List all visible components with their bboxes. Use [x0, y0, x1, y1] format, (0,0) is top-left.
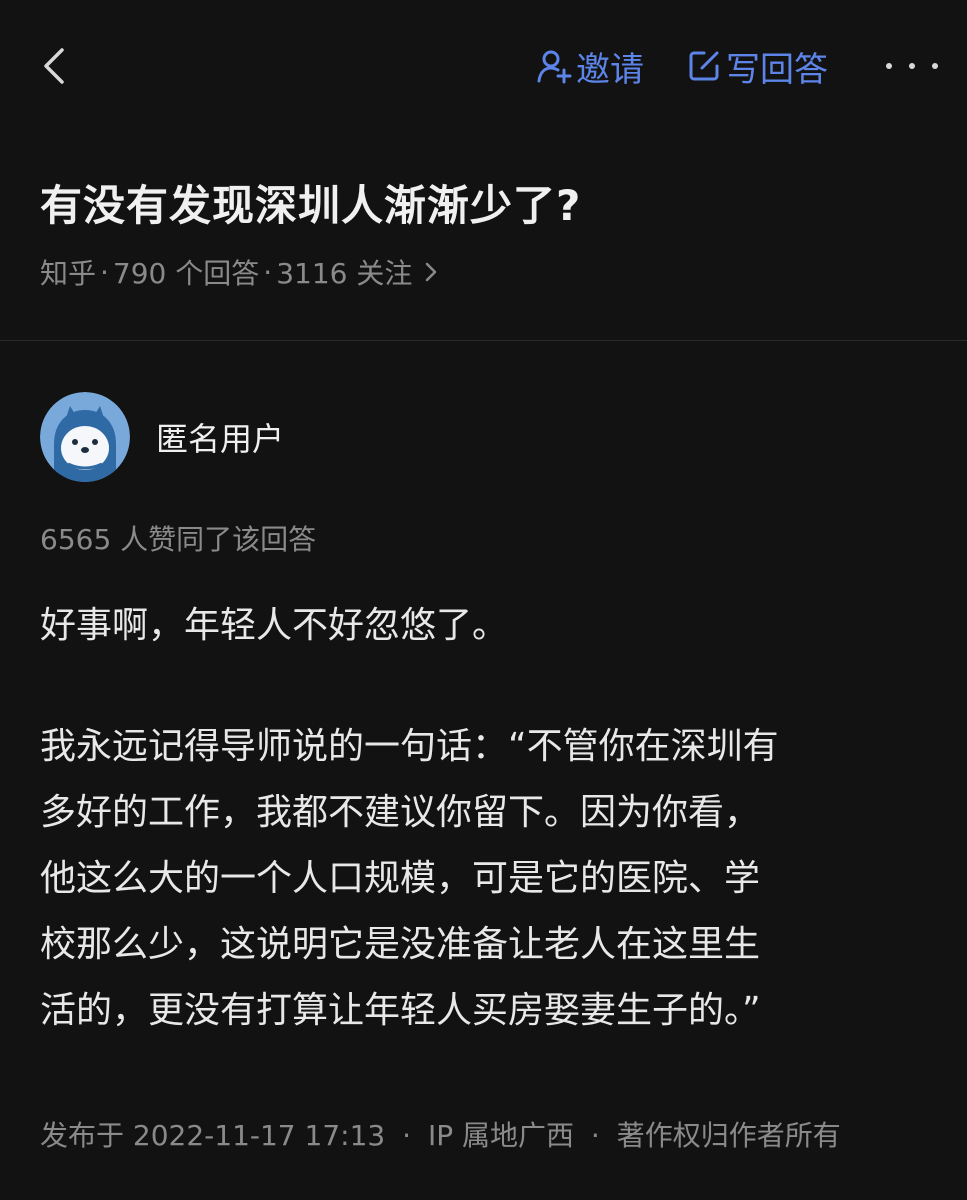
back-button[interactable]: [38, 46, 74, 86]
question-meta[interactable]: 知乎 · 790 个回答 · 3116 关注: [40, 250, 438, 294]
invite-button[interactable]: 邀请: [536, 44, 644, 90]
footer-separator: ·: [402, 1119, 412, 1152]
vote-count: 6565 人赞同了该回答: [40, 523, 317, 556]
quote-line: 活的，更没有打算让年轻人买房娶妻生子的。”: [40, 990, 761, 1031]
chevron-left-icon: [44, 48, 64, 84]
follow-count: 3116 关注: [276, 257, 413, 290]
quote-line: 校那么少，这说明它是没准备让老人在这里生: [40, 924, 761, 965]
chevron-right-icon: [426, 262, 437, 282]
top-navigation-bar: 邀请 写回答: [0, 0, 967, 130]
anonymous-avatar-icon: [40, 392, 130, 482]
author-name[interactable]: 匿名用户: [156, 414, 284, 460]
author-avatar[interactable]: [40, 392, 130, 482]
more-options-button[interactable]: [886, 52, 938, 80]
publish-time: 发布于 2022-11-17 17:13: [40, 1119, 386, 1152]
answer-count: 790 个回答: [112, 257, 260, 290]
write-answer-button[interactable]: 写回答: [686, 44, 828, 90]
invite-label: 邀请: [576, 49, 644, 90]
more-horizontal-icon: [886, 63, 892, 69]
meta-separator: ·: [263, 255, 273, 289]
meta-separator: ·: [100, 255, 109, 289]
footer-separator: ·: [590, 1119, 600, 1152]
source-label: 知乎: [40, 257, 97, 290]
ip-location: IP 属地广西: [427, 1119, 574, 1152]
question-title[interactable]: 有没有发现深圳人渐渐少了?: [40, 172, 581, 233]
edit-icon: [689, 51, 719, 81]
section-divider: [0, 340, 967, 341]
quote-line: 多好的工作，我都不建议你留下。因为你看，: [40, 792, 761, 833]
answer-paragraph: 好事啊，年轻人不好忽悠了。: [40, 605, 509, 646]
answer-quote-paragraph: 我永远记得导师说的一句话：“不管你在深圳有 多好的工作，我都不建议你留下。因为你…: [40, 714, 925, 1044]
write-answer-label: 写回答: [726, 49, 828, 90]
quote-line: 他这么大的一个人口规模，可是它的医院、学: [40, 858, 761, 899]
copyright-notice: 著作权归作者所有: [616, 1119, 841, 1152]
answer-footer: 发布于 2022-11-17 17:13 · IP 属地广西 · 著作权归作者所…: [40, 1114, 841, 1154]
person-add-icon: [537, 50, 572, 84]
quote-line: 我永远记得导师说的一句话：“不管你在深圳有: [40, 726, 779, 767]
